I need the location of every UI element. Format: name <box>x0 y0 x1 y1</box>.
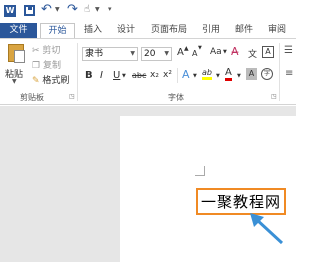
group-separator <box>279 43 280 101</box>
undo-icon[interactable]: ↶ <box>41 2 52 17</box>
pointer-arrow-icon <box>250 213 284 245</box>
italic-button[interactable]: I <box>100 70 103 81</box>
tab-home[interactable]: 开始 <box>40 23 75 39</box>
margin-mark <box>195 166 205 176</box>
undo-dropdown-icon[interactable]: ▼ <box>55 6 60 13</box>
grow-font-button[interactable]: A <box>177 47 184 58</box>
change-case-button[interactable]: Aa <box>210 47 222 57</box>
paste-page-icon <box>14 50 25 63</box>
phonetic-guide-button[interactable]: 文 <box>248 47 257 60</box>
font-group-label: 字体 <box>168 93 184 102</box>
highlight-button[interactable]: ab <box>202 68 212 80</box>
save-icon[interactable] <box>24 5 35 16</box>
font-color-button[interactable]: A <box>225 67 232 81</box>
bullets-icon[interactable]: ☰ <box>284 45 293 56</box>
format-painter-label: 格式刷 <box>42 76 70 86</box>
tab-design[interactable]: 设计 <box>113 23 139 38</box>
subscript-button[interactable]: x₂ <box>150 70 159 80</box>
touch-mode-icon[interactable]: ☝ <box>84 4 90 15</box>
chevron-down-icon: ▼ <box>223 49 227 55</box>
paste-dropdown-icon: ▼ <box>12 78 17 85</box>
chevron-down-icon: ▼ <box>237 73 241 79</box>
tab-insert[interactable]: 插入 <box>80 23 106 38</box>
tab-mailings[interactable]: 邮件 <box>231 23 257 38</box>
enclose-characters-button[interactable]: 字 <box>261 68 273 80</box>
font-name-dropdown[interactable]: 隶书 ▼ <box>82 47 138 61</box>
redo-icon[interactable]: ↷ <box>67 2 78 17</box>
paste-button[interactable]: 粘贴 ▼ <box>5 42 27 85</box>
clipboard-launcher-icon[interactable]: ◳ <box>69 93 75 100</box>
align-icon[interactable]: ≡ <box>285 68 293 79</box>
chevron-down-icon: ▼ <box>130 50 135 57</box>
strikethrough-button[interactable]: abc <box>132 71 146 80</box>
copy-label: 复制 <box>42 61 61 71</box>
underline-button[interactable]: U <box>113 70 120 81</box>
document-page[interactable]: 一聚教程网 <box>120 116 296 262</box>
format-painter-button[interactable]: ✎ 格式刷 <box>32 73 70 86</box>
chevron-down-icon: ▼ <box>193 73 197 79</box>
clipboard-group-label: 剪贴板 <box>20 93 44 102</box>
selected-text[interactable]: 一聚教程网 <box>196 188 287 215</box>
tab-page-layout[interactable]: 页面布局 <box>147 23 191 38</box>
character-shading-button[interactable]: A <box>246 68 257 80</box>
grow-caret-icon: ▲ <box>184 45 189 52</box>
cut-button[interactable]: ✂ 剪切 <box>32 43 61 56</box>
document-text: 一聚教程网 <box>201 193 282 211</box>
font-size-dropdown[interactable]: 20 ▼ <box>141 47 172 61</box>
tab-review[interactable]: 审阅 <box>264 23 290 38</box>
word-logo-icon: W <box>4 5 16 17</box>
paintbrush-icon: ✎ <box>32 76 40 86</box>
superscript-button[interactable]: x² <box>163 70 172 80</box>
enclosed-border-button[interactable]: A <box>262 46 274 58</box>
group-separator <box>77 43 78 101</box>
clear-formatting-icon[interactable]: A̶ <box>231 45 239 58</box>
font-name-value: 隶书 <box>85 49 104 59</box>
tab-references[interactable]: 引用 <box>198 23 224 38</box>
divider <box>177 68 178 83</box>
ribbon-home: 粘贴 ▼ ✂ 剪切 ❐ 复制 ✎ 格式刷 剪贴板 ◳ 隶书 ▼ 20 ▼ A ▲… <box>0 38 296 105</box>
chevron-down-icon: ▼ <box>216 73 220 79</box>
tab-file[interactable]: 文件 <box>0 23 37 38</box>
bold-button[interactable]: B <box>85 70 93 81</box>
shrink-font-button[interactable]: A <box>192 49 197 58</box>
scissors-icon: ✂ <box>32 46 40 56</box>
font-launcher-icon[interactable]: ◳ <box>271 93 277 100</box>
document-area: 一聚教程网 <box>0 106 296 262</box>
underline-dropdown-icon: ▼ <box>122 73 126 79</box>
touch-dropdown-icon[interactable]: ▼ <box>95 6 100 13</box>
text-effects-button[interactable]: A <box>182 68 190 81</box>
ribbon-tabs: 文件 开始 插入 设计 页面布局 引用 邮件 审阅 <box>0 23 296 39</box>
chevron-down-icon: ▼ <box>164 50 169 57</box>
quick-access-toolbar: W ↶ ▼ ↷ ☝ ▼ ▾ <box>0 0 296 23</box>
copy-button[interactable]: ❐ 复制 <box>32 58 61 71</box>
cut-label: 剪切 <box>42 46 61 56</box>
copy-icon: ❐ <box>32 61 41 71</box>
customize-qat-icon[interactable]: ▾ <box>108 5 112 13</box>
font-size-value: 20 <box>144 49 156 59</box>
shrink-caret-icon: ▼ <box>198 45 202 51</box>
